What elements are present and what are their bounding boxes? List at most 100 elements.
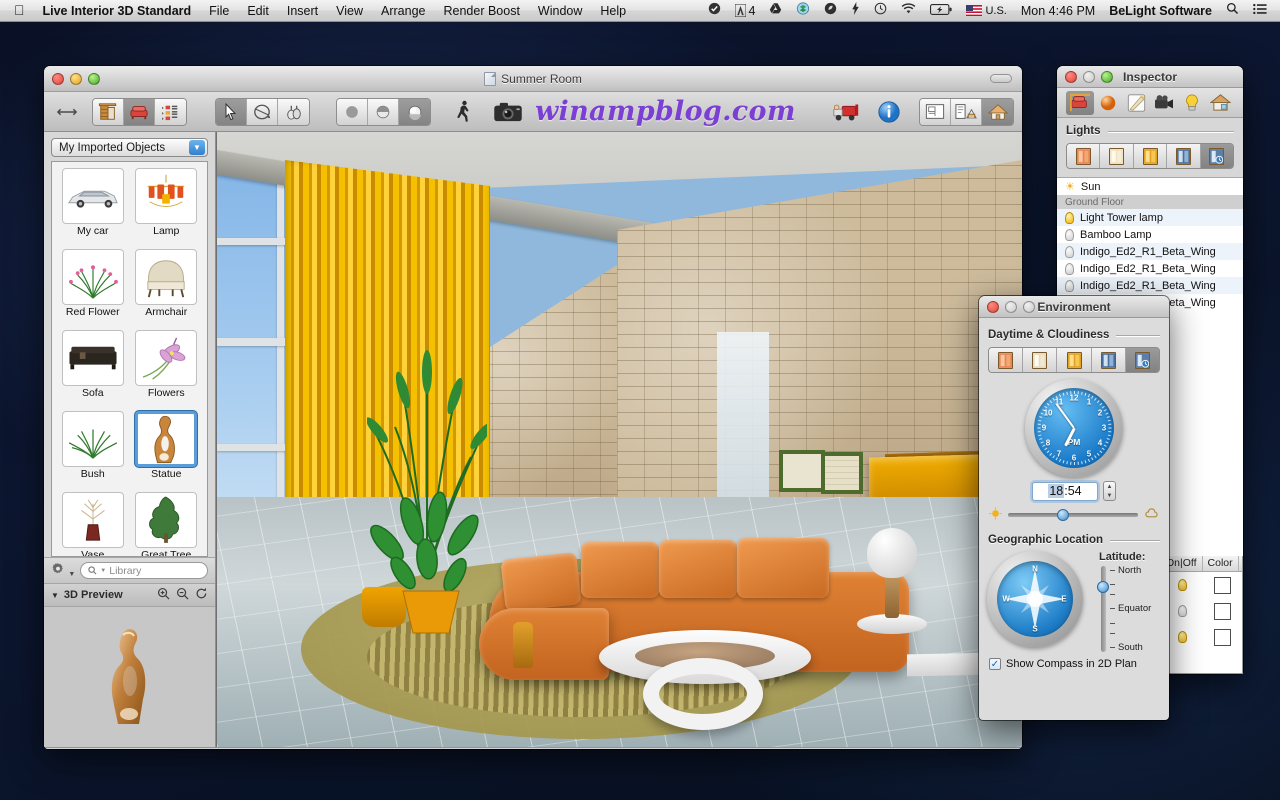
daytime-preset-segments[interactable] (988, 347, 1160, 373)
daylight-icon[interactable] (1023, 348, 1058, 372)
color-swatch[interactable] (1203, 628, 1242, 646)
menu-item-render-boost[interactable]: Render Boost (434, 1, 528, 21)
bulb-off-icon[interactable] (1065, 262, 1074, 275)
sunset-icon[interactable] (1057, 348, 1092, 372)
walking-person-icon[interactable] (449, 99, 479, 125)
menu-item-view[interactable]: View (327, 1, 372, 21)
thunderbolt-icon[interactable] (844, 0, 867, 21)
building-icon[interactable] (1206, 91, 1234, 115)
zoom-in-icon[interactable] (157, 587, 170, 603)
cloudiness-slider-track[interactable] (1008, 509, 1138, 521)
3d-view-icon[interactable] (982, 98, 1013, 125)
compass-dial[interactable]: N E S W (987, 551, 1083, 647)
evernote-icon[interactable] (817, 0, 844, 21)
stepper-up-icon[interactable]: ▲ (1104, 482, 1115, 491)
minimize-button[interactable] (1083, 70, 1095, 83)
inspector-titlebar[interactable]: Inspector (1057, 66, 1243, 88)
environment-titlebar[interactable]: Environment (979, 296, 1169, 318)
time-stepper[interactable]: ▲ ▼ (1103, 481, 1116, 501)
pointer-icon[interactable] (216, 98, 247, 125)
table-row[interactable] (1161, 598, 1242, 624)
half-shaded-sphere-icon[interactable] (368, 98, 399, 125)
3d-viewport[interactable] (216, 132, 1022, 747)
edit-icon[interactable] (1122, 91, 1150, 115)
apple-logo-icon[interactable]:  (6, 2, 34, 20)
list-icon[interactable] (155, 98, 186, 125)
time-machine-icon[interactable] (867, 0, 894, 21)
object-cell-vase[interactable]: Vase (56, 492, 130, 556)
auto-time-icon[interactable] (1125, 348, 1159, 372)
close-button[interactable] (52, 72, 64, 85)
list-item[interactable]: ☀ Sun (1057, 178, 1243, 195)
color-swatch[interactable] (1203, 602, 1242, 620)
resize-arrows-icon[interactable] (52, 99, 82, 125)
time-minutes[interactable]: 54 (1068, 484, 1082, 498)
lights-bright-icon[interactable] (1100, 144, 1134, 168)
time-input[interactable]: 18:54 (1032, 481, 1098, 501)
close-button[interactable] (1065, 70, 1077, 83)
bulb-on-icon[interactable] (1065, 211, 1074, 224)
bulb-off-icon[interactable] (1065, 228, 1074, 241)
show-compass-checkbox-row[interactable]: ✓ Show Compass in 2D Plan (979, 652, 1169, 670)
statue-3d-preview[interactable] (44, 607, 215, 747)
list-item[interactable]: Indigo_Ed2_R1_Beta_Wing (1057, 277, 1243, 294)
color-swatch[interactable] (1203, 576, 1242, 594)
plan-view-icon[interactable] (920, 98, 951, 125)
list-item[interactable]: Indigo_Ed2_R1_Beta_Wing (1057, 260, 1243, 277)
adobe-icon[interactable]: 4 (728, 1, 763, 21)
table-row[interactable] (1161, 572, 1242, 598)
furniture-icon[interactable] (124, 98, 155, 125)
toolbar-toggle-button[interactable] (990, 74, 1012, 83)
lights-day-icon[interactable] (1067, 144, 1101, 168)
collection-popup-button[interactable]: My Imported Objects ▼ (51, 138, 208, 157)
menubar-clock[interactable]: Mon 4:46 PM (1014, 1, 1102, 21)
column-header-color[interactable]: Color (1203, 556, 1239, 571)
flat-sphere-icon[interactable] (337, 98, 368, 125)
materials-icon[interactable] (1094, 91, 1122, 115)
library-search-input[interactable]: ▼ Library (80, 562, 208, 579)
sunrise-icon[interactable] (989, 348, 1024, 372)
latitude-slider-knob[interactable] (1097, 580, 1109, 593)
object-cell-flowers[interactable]: Flowers (130, 330, 204, 411)
time-of-day-clock[interactable]: PM 12 1 2 3 4 5 6 7 8 9 10 11 (1025, 379, 1123, 477)
menu-item-help[interactable]: Help (591, 1, 635, 21)
bulb-off-icon[interactable] (1065, 279, 1074, 292)
menu-app-name[interactable]: Live Interior 3D Standard (34, 1, 201, 21)
cloudiness-slider-knob[interactable] (1057, 509, 1070, 521)
table-row[interactable] (1161, 624, 1242, 650)
battery-icon[interactable] (923, 1, 959, 21)
show-compass-checkbox[interactable]: ✓ (989, 658, 1001, 670)
stepper-down-icon[interactable]: ▼ (1104, 491, 1115, 500)
info-icon[interactable] (873, 99, 905, 125)
light-icon[interactable] (1178, 91, 1206, 115)
object-cell-statue[interactable]: Statue (130, 411, 204, 492)
list-item[interactable]: Light Tower lamp (1057, 209, 1243, 226)
rotate-icon[interactable] (247, 98, 278, 125)
object-cell-armchair[interactable]: Armchair (130, 249, 204, 330)
zoom-button[interactable] (88, 72, 100, 85)
dropbox-icon[interactable] (789, 0, 817, 21)
camera-icon[interactable] (1150, 91, 1178, 115)
menu-item-arrange[interactable]: Arrange (372, 1, 434, 21)
minimize-button[interactable] (1005, 300, 1017, 313)
close-button[interactable] (987, 300, 999, 313)
input-source-flag-icon[interactable]: U.S. (959, 1, 1013, 21)
split-view-icon[interactable] (951, 98, 982, 125)
menu-item-window[interactable]: Window (529, 1, 591, 21)
menubar-user-name[interactable]: BeLight Software (1102, 1, 1219, 21)
latitude-slider-track[interactable] (1097, 566, 1109, 652)
lights-preset-segments[interactable] (1066, 143, 1234, 169)
object-cell-great-tree[interactable]: Great Tree (130, 492, 204, 556)
lights-night-icon[interactable] (1167, 144, 1201, 168)
search-icon[interactable] (1219, 0, 1246, 21)
object-cell-lamp[interactable]: Lamp (130, 168, 204, 249)
object-thumbnail-grid[interactable]: My car Lamp Red Flower Armchair Sofa Flo… (51, 161, 208, 557)
cloudiness-slider-row[interactable] (979, 507, 1169, 527)
object-cell-sofa[interactable]: Sofa (56, 330, 130, 411)
google-drive-icon[interactable] (762, 0, 789, 21)
zoom-button[interactable] (1023, 300, 1035, 313)
disclosure-triangle-icon[interactable]: ▼ (51, 591, 59, 600)
zoom-button[interactable] (1101, 70, 1113, 83)
lights-auto-icon[interactable] (1200, 144, 1233, 168)
minimize-button[interactable] (70, 72, 82, 85)
